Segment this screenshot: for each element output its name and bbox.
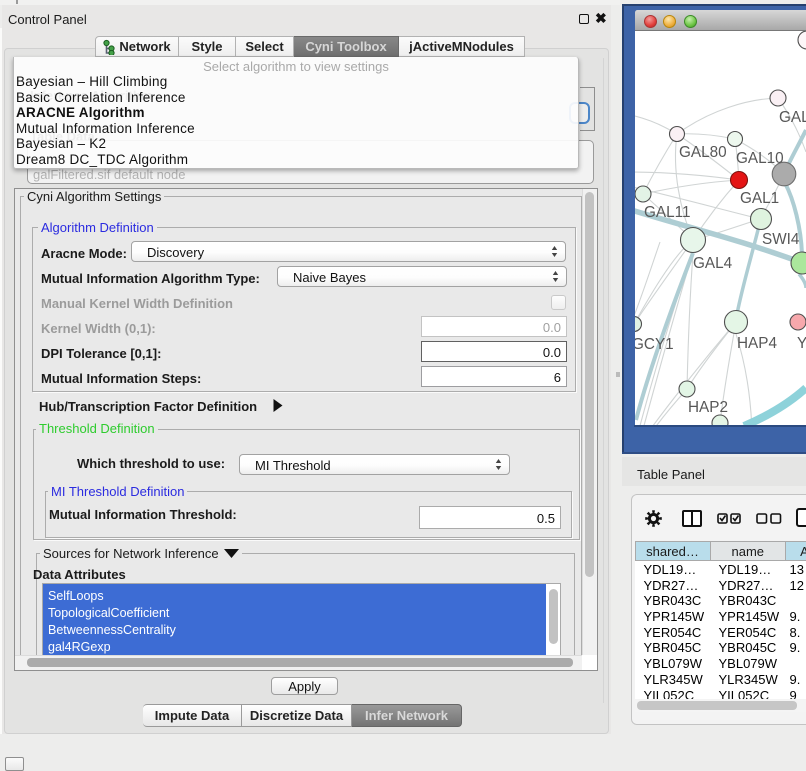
svg-text:HAP4: HAP4 xyxy=(737,335,777,352)
svg-text:GAL11: GAL11 xyxy=(644,204,691,221)
svg-text:HAP2: HAP2 xyxy=(688,399,728,416)
svg-text:GCY1: GCY1 xyxy=(635,336,674,353)
svg-text:GAL80: GAL80 xyxy=(679,144,727,161)
svg-text:SWI4: SWI4 xyxy=(762,231,800,248)
svg-text:GAL10: GAL10 xyxy=(736,150,784,167)
svg-text:GAL4: GAL4 xyxy=(693,255,733,272)
svg-text:Y: Y xyxy=(797,335,806,352)
svg-text:GAL7: GAL7 xyxy=(779,109,806,126)
svg-text:GAL1: GAL1 xyxy=(740,190,779,207)
